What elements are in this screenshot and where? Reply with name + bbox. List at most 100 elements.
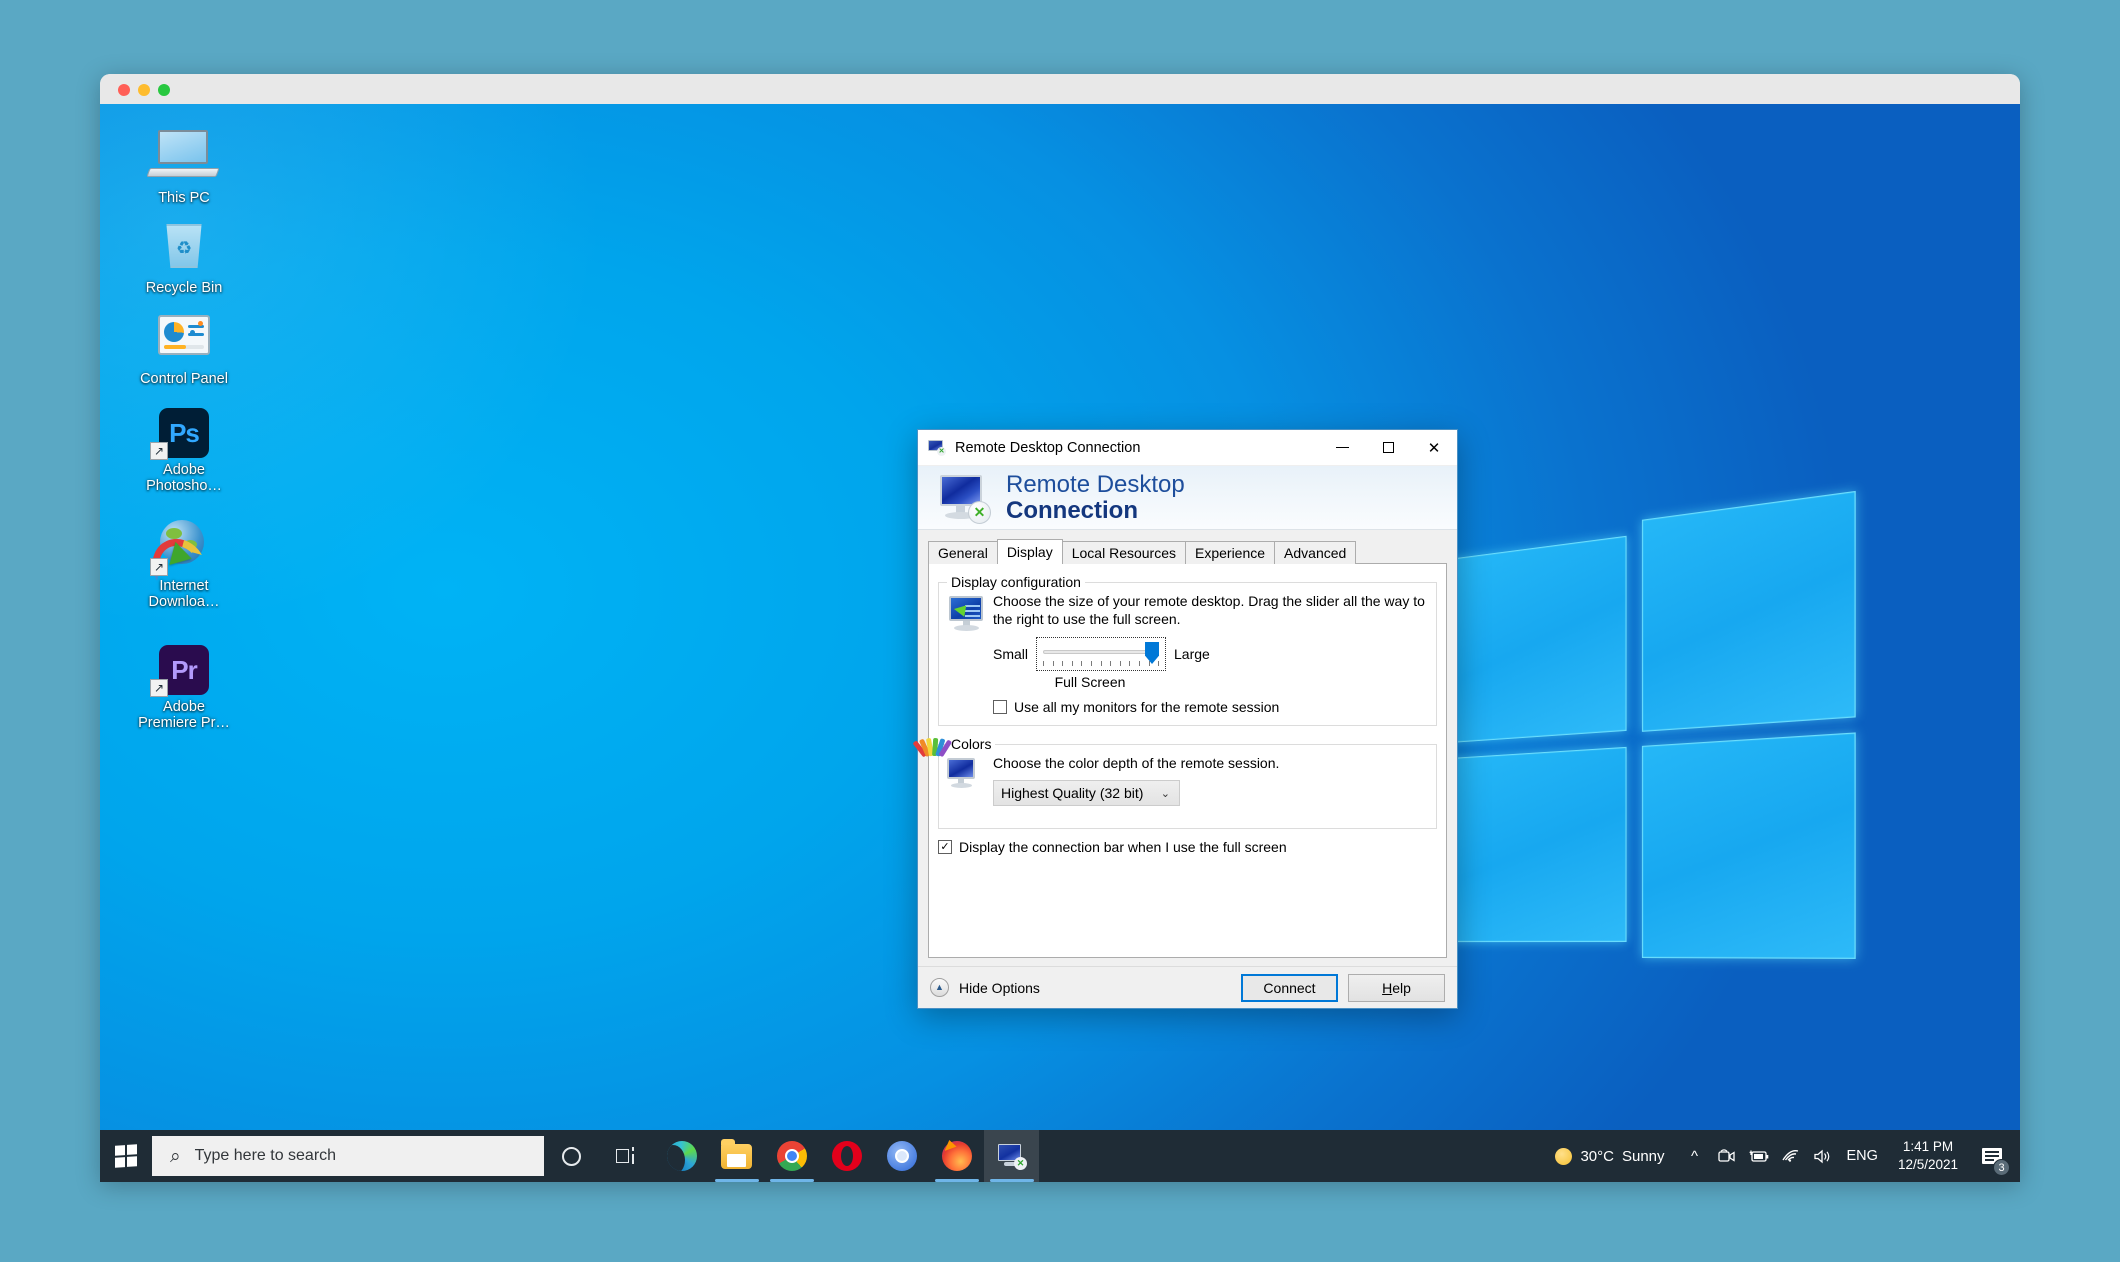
battery-glyph [1749, 1150, 1769, 1163]
language-indicator[interactable]: ENG [1839, 1130, 1886, 1182]
tab-general[interactable]: General [928, 541, 998, 564]
battery-icon[interactable] [1743, 1130, 1775, 1182]
colors-description: Choose the color depth of the remote ses… [993, 754, 1428, 772]
notifications-button[interactable]: 3 [1970, 1130, 2014, 1182]
wifi-icon[interactable] [1775, 1130, 1807, 1182]
help-button-rest: elp [1392, 980, 1411, 996]
tab-bar[interactable]: General Display Local Resources Experien… [928, 540, 1447, 564]
desktop-icon-this-pc[interactable]: This PC [132, 128, 236, 206]
colors-legend: Colors [947, 736, 995, 752]
dialog-header: ✕ Remote Desktop Connection [918, 466, 1457, 530]
start-button[interactable] [100, 1130, 152, 1182]
photoshop-icon: Ps ↗ [132, 400, 236, 458]
desktop-icon-label: This PC [132, 190, 236, 206]
taskbar-button-firefox[interactable] [929, 1130, 984, 1182]
mac-window: This PC ♻ Recycle Bin Control Panel [100, 74, 2020, 1182]
header-line-1: Remote Desktop [1006, 473, 1185, 497]
weather-condition: Sunny [1622, 1148, 1665, 1165]
maximize-button[interactable] [1365, 430, 1411, 466]
desktop-icon-recycle-bin[interactable]: ♻ Recycle Bin [132, 218, 236, 296]
volume-icon[interactable] [1807, 1130, 1839, 1182]
connection-bar-checkbox[interactable]: ✓ [938, 840, 952, 854]
taskbar-running-indicator [990, 1179, 1034, 1182]
header-line-2: Connection [1006, 499, 1185, 523]
taskbar-button-microsoft-edge[interactable] [654, 1130, 709, 1182]
taskbar-button-remote-desktop-connection[interactable]: ✕ [984, 1130, 1039, 1182]
chevron-down-icon: ⌄ [1161, 787, 1170, 800]
clock[interactable]: 1:41 PM 12/5/2021 [1886, 1138, 1970, 1174]
hide-options-label: Hide Options [959, 980, 1040, 996]
meet-now-glyph [1718, 1149, 1735, 1163]
remote-desktop-connection-dialog[interactable]: ✕ Remote Desktop Connection ✕ ✕ Remote D… [917, 429, 1458, 1009]
taskbar-button-opera[interactable] [819, 1130, 874, 1182]
tab-advanced[interactable]: Advanced [1274, 541, 1356, 564]
search-placeholder: Type here to search [195, 1147, 336, 1165]
cortana-circle-icon [562, 1147, 581, 1166]
search-icon: ⌕ [170, 1147, 181, 1166]
show-hidden-icons-button[interactable]: ^ [1679, 1130, 1711, 1182]
remote-desktop-icon: ✕ [998, 1144, 1025, 1168]
windows-wallpaper-logo [1450, 506, 1855, 955]
desktop-icon-internet-download-manager[interactable]: ↗ Internet Downloa… [132, 518, 236, 610]
tab-local-resources[interactable]: Local Resources [1062, 541, 1186, 564]
control-panel-icon [132, 309, 236, 367]
mac-minimize-button[interactable] [138, 84, 150, 96]
color-depth-select[interactable]: Highest Quality (32 bit) ⌄ [993, 780, 1180, 806]
help-button-mnemonic: H [1382, 980, 1392, 996]
computer-icon [132, 128, 236, 186]
dialog-titlebar[interactable]: ✕ Remote Desktop Connection ✕ [918, 430, 1457, 466]
connection-bar-row[interactable]: ✓ Display the connection bar when I use … [938, 839, 1437, 855]
use-all-monitors-checkbox[interactable] [993, 700, 1007, 714]
display-size-slider-row: Small [993, 637, 1428, 671]
shortcut-arrow-icon: ↗ [150, 558, 168, 576]
taskbar-button-chromium[interactable] [874, 1130, 929, 1182]
connect-button[interactable]: Connect [1241, 974, 1338, 1002]
weather-widget[interactable]: 30°C Sunny [1541, 1148, 1678, 1165]
wifi-glyph [1781, 1149, 1800, 1163]
hide-options-button[interactable]: ▲ Hide Options [930, 978, 1040, 997]
windows-desktop[interactable]: This PC ♻ Recycle Bin Control Panel [100, 104, 2020, 1182]
display-size-slider[interactable] [1036, 637, 1166, 671]
color-depth-value: Highest Quality (32 bit) [1001, 785, 1143, 801]
opera-icon [832, 1141, 862, 1171]
desktop-icon-label: Adobe Premiere Pr… [132, 699, 236, 731]
remote-desktop-logo-icon: ✕ [936, 473, 990, 523]
display-configuration-description: Choose the size of your remote desktop. … [993, 592, 1428, 628]
volume-glyph [1813, 1149, 1833, 1164]
meet-now-icon[interactable] [1711, 1130, 1743, 1182]
windows-logo-icon [115, 1144, 137, 1168]
desktop-icon-label: Control Panel [132, 371, 236, 387]
taskbar-button-file-explorer[interactable] [709, 1130, 764, 1182]
help-button[interactable]: Help [1348, 974, 1445, 1002]
taskbar[interactable]: ⌕ Type here to search [100, 1130, 2020, 1182]
desktop-icon-label: Recycle Bin [132, 280, 236, 296]
tab-panel-display: Display configuration ◀ [928, 564, 1447, 958]
close-button[interactable]: ✕ [1411, 430, 1457, 466]
mac-close-button[interactable] [118, 84, 130, 96]
remote-desktop-icon: ✕ [928, 440, 946, 456]
taskbar-button-cortana[interactable] [544, 1130, 599, 1182]
mac-titlebar[interactable] [100, 74, 2020, 104]
search-input[interactable]: ⌕ Type here to search [152, 1136, 544, 1176]
tab-experience[interactable]: Experience [1185, 541, 1275, 564]
clock-date: 12/5/2021 [1898, 1156, 1958, 1174]
slider-ticks [1043, 661, 1159, 667]
color-depth-icon [947, 754, 993, 806]
system-tray[interactable]: 30°C Sunny ^ [1541, 1130, 2020, 1182]
taskbar-button-google-chrome[interactable] [764, 1130, 819, 1182]
chromium-icon [887, 1141, 917, 1171]
tab-display[interactable]: Display [997, 539, 1063, 564]
taskbar-button-task-view[interactable] [599, 1130, 654, 1182]
connection-bar-label: Display the connection bar when I use th… [959, 839, 1287, 855]
desktop-icon-adobe-premiere-pro[interactable]: Pr ↗ Adobe Premiere Pr… [132, 637, 236, 731]
slider-track[interactable] [1043, 650, 1159, 654]
desktop-icon-control-panel[interactable]: Control Panel [132, 309, 236, 387]
idm-icon: ↗ [132, 518, 236, 574]
dialog-footer: ▲ Hide Options Connect Help [918, 966, 1457, 1008]
desktop-icon-adobe-photoshop[interactable]: Ps ↗ Adobe Photosho… [132, 400, 236, 494]
mac-zoom-button[interactable] [158, 84, 170, 96]
slider-value-label: Full Screen [1003, 674, 1177, 690]
use-all-monitors-row[interactable]: Use all my monitors for the remote sessi… [993, 699, 1428, 715]
shortcut-arrow-icon: ↗ [150, 679, 168, 697]
minimize-button[interactable] [1319, 430, 1365, 466]
